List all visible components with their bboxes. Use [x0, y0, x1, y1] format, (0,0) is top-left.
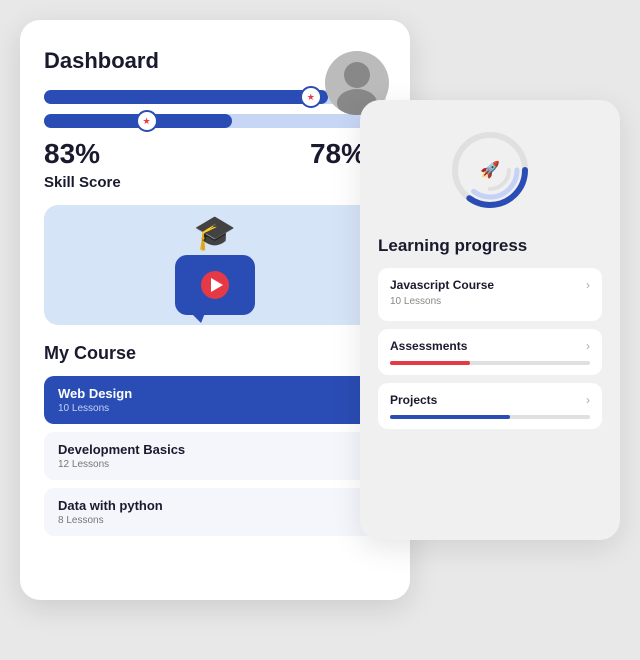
svg-text:🚀: 🚀 — [480, 160, 500, 179]
score-left: 83% — [44, 138, 100, 169]
circular-progress-area: 🚀 — [378, 120, 602, 220]
lp-item-assessments[interactable]: Assessments › — [378, 329, 602, 375]
main-card: Dashboard ★ ★ — [20, 20, 410, 600]
learning-progress-title: Learning progress — [378, 236, 602, 256]
lp-name-assessments: Assessments — [390, 339, 467, 353]
video-bubble — [175, 255, 255, 315]
right-card: 🚀 Learning progress Javascript Course › … — [360, 100, 620, 540]
lp-bar-fill-projects — [390, 415, 510, 419]
progress-fill-1 — [44, 90, 328, 104]
course-item-dev-basics[interactable]: Development Basics 12 Lessons › — [44, 432, 386, 480]
course-name-web-design: Web Design — [58, 386, 132, 401]
lp-name-projects: Projects — [390, 393, 437, 407]
score-right: 78% — [310, 138, 366, 169]
my-course-title: My Course — [44, 343, 386, 364]
lp-item-projects[interactable]: Projects › — [378, 383, 602, 429]
lp-item-top-javascript: Javascript Course › — [390, 278, 590, 292]
course-lessons-dev-basics: 12 Lessons — [58, 459, 185, 470]
lp-chevron-assessments: › — [586, 339, 590, 353]
progress-star-1: ★ — [300, 86, 322, 108]
lp-name-javascript: Javascript Course — [390, 278, 494, 292]
grad-hat-icon: 🎓 — [194, 213, 236, 253]
course-name-data-python: Data with python — [58, 498, 163, 513]
lp-item-top-projects: Projects › — [390, 393, 590, 407]
play-icon — [211, 278, 223, 292]
lp-chevron-javascript: › — [586, 278, 590, 292]
course-text-web-design: Web Design 10 Lessons — [58, 386, 132, 414]
course-banner: 🎓 — [44, 205, 386, 325]
circular-progress-svg: 🚀 — [445, 125, 535, 215]
course-text-dev-basics: Development Basics 12 Lessons — [58, 442, 185, 470]
lp-item-top-assessments: Assessments › — [390, 339, 590, 353]
skill-score-label: Skill Score — [44, 174, 386, 191]
lp-bar-assessments — [390, 361, 590, 365]
course-lessons-web-design: 10 Lessons — [58, 403, 132, 414]
lp-bar-projects — [390, 415, 590, 419]
lp-bar-fill-assessments — [390, 361, 470, 365]
course-item-web-design[interactable]: Web Design 10 Lessons › — [44, 376, 386, 424]
lp-lessons-javascript: 10 Lessons — [390, 296, 590, 307]
course-item-data-python[interactable]: Data with python 8 Lessons › — [44, 488, 386, 536]
lp-item-javascript[interactable]: Javascript Course › 10 Lessons — [378, 268, 602, 321]
course-lessons-data-python: 8 Lessons — [58, 515, 163, 526]
course-name-dev-basics: Development Basics — [58, 442, 185, 457]
scene: Dashboard ★ ★ — [20, 20, 620, 640]
progress-star-2: ★ — [136, 110, 158, 132]
play-button[interactable] — [201, 271, 229, 299]
course-text-data-python: Data with python 8 Lessons — [58, 498, 163, 526]
lp-chevron-projects: › — [586, 393, 590, 407]
